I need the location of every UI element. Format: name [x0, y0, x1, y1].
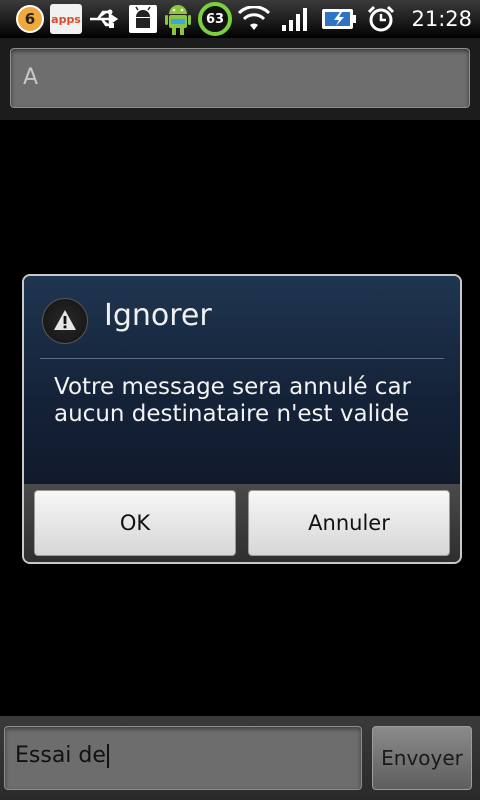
notification-count-badge[interactable]: 6	[16, 5, 44, 33]
recipient-area: A	[0, 38, 480, 120]
dialog-button-bar: OK Annuler	[24, 484, 460, 562]
ok-button[interactable]: OK	[34, 490, 236, 556]
android-debug-icon[interactable]	[128, 4, 158, 34]
discard-dialog: Ignorer Votre message sera annulé car au…	[22, 274, 462, 564]
dialog-divider	[40, 358, 444, 359]
signal-icon	[281, 6, 311, 32]
apps-icon[interactable]: apps	[50, 4, 82, 34]
message-text: Essai de	[15, 743, 106, 768]
notification-icons: 6 apps 63	[16, 2, 232, 36]
cancel-button[interactable]: Annuler	[248, 490, 450, 556]
recipient-input[interactable]: A	[10, 48, 470, 108]
dialog-body: Ignorer Votre message sera annulé car au…	[24, 276, 460, 484]
dialog-title: Ignorer	[104, 298, 212, 333]
dialog-message: Votre message sera annulé car aucun dest…	[54, 374, 411, 427]
compose-bar: Essai de Envoyer	[0, 716, 480, 800]
android-icon[interactable]	[164, 2, 192, 36]
status-clock: 21:28	[411, 7, 472, 31]
battery-gauge-icon[interactable]: 63	[198, 2, 232, 36]
message-input[interactable]: Essai de	[4, 726, 362, 790]
battery-charging-icon	[321, 6, 357, 32]
wifi-icon	[237, 6, 271, 32]
send-button[interactable]: Envoyer	[372, 726, 472, 790]
text-caret	[106, 744, 109, 768]
warning-icon	[42, 298, 88, 344]
usb-icon[interactable]	[88, 8, 122, 30]
status-bar: 6 apps 63 21:28	[0, 0, 480, 38]
alarm-icon	[367, 5, 395, 33]
